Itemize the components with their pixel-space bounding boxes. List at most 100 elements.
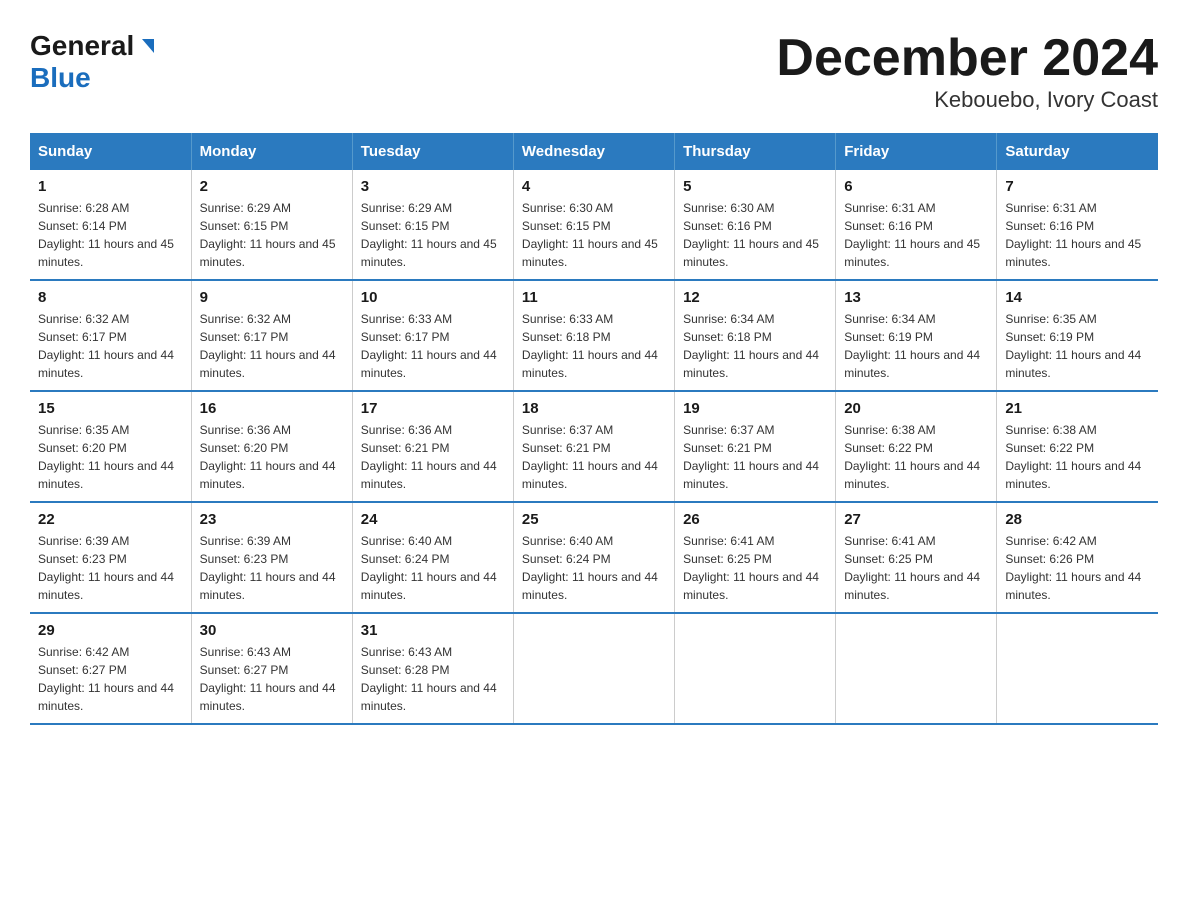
day-number: 4 — [522, 178, 666, 195]
day-info: Sunrise: 6:41 AM Sunset: 6:25 PM Dayligh… — [683, 532, 827, 604]
day-number: 18 — [522, 400, 666, 417]
calendar-day-cell: 16 Sunrise: 6:36 AM Sunset: 6:20 PM Dayl… — [191, 391, 352, 502]
day-number: 2 — [200, 178, 344, 195]
calendar-day-cell: 18 Sunrise: 6:37 AM Sunset: 6:21 PM Dayl… — [513, 391, 674, 502]
day-number: 26 — [683, 511, 827, 528]
calendar-header-row: Sunday Monday Tuesday Wednesday Thursday… — [30, 133, 1158, 170]
calendar-day-cell: 25 Sunrise: 6:40 AM Sunset: 6:24 PM Dayl… — [513, 502, 674, 613]
day-info: Sunrise: 6:37 AM Sunset: 6:21 PM Dayligh… — [522, 421, 666, 493]
day-number: 28 — [1005, 511, 1150, 528]
day-info: Sunrise: 6:36 AM Sunset: 6:20 PM Dayligh… — [200, 421, 344, 493]
calendar-day-cell: 10 Sunrise: 6:33 AM Sunset: 6:17 PM Dayl… — [352, 280, 513, 391]
day-number: 12 — [683, 289, 827, 306]
day-info: Sunrise: 6:31 AM Sunset: 6:16 PM Dayligh… — [844, 199, 988, 271]
day-number: 8 — [38, 289, 183, 306]
header-saturday: Saturday — [997, 133, 1158, 170]
calendar-day-cell: 23 Sunrise: 6:39 AM Sunset: 6:23 PM Dayl… — [191, 502, 352, 613]
day-number: 3 — [361, 178, 505, 195]
calendar-day-cell: 28 Sunrise: 6:42 AM Sunset: 6:26 PM Dayl… — [997, 502, 1158, 613]
day-info: Sunrise: 6:28 AM Sunset: 6:14 PM Dayligh… — [38, 199, 183, 271]
day-number: 15 — [38, 400, 183, 417]
header-tuesday: Tuesday — [352, 133, 513, 170]
day-info: Sunrise: 6:35 AM Sunset: 6:20 PM Dayligh… — [38, 421, 183, 493]
calendar-day-cell: 31 Sunrise: 6:43 AM Sunset: 6:28 PM Dayl… — [352, 613, 513, 724]
page-header: General Blue December 2024 Kebouebo, Ivo… — [30, 30, 1158, 113]
day-info: Sunrise: 6:36 AM Sunset: 6:21 PM Dayligh… — [361, 421, 505, 493]
logo-general-text: General — [30, 30, 134, 62]
day-info: Sunrise: 6:33 AM Sunset: 6:17 PM Dayligh… — [361, 310, 505, 382]
day-info: Sunrise: 6:32 AM Sunset: 6:17 PM Dayligh… — [200, 310, 344, 382]
calendar-day-cell — [836, 613, 997, 724]
day-number: 16 — [200, 400, 344, 417]
header-thursday: Thursday — [675, 133, 836, 170]
logo-blue-text: Blue — [30, 62, 91, 94]
day-info: Sunrise: 6:34 AM Sunset: 6:18 PM Dayligh… — [683, 310, 827, 382]
day-number: 13 — [844, 289, 988, 306]
day-number: 27 — [844, 511, 988, 528]
calendar-day-cell: 24 Sunrise: 6:40 AM Sunset: 6:24 PM Dayl… — [352, 502, 513, 613]
calendar-day-cell: 3 Sunrise: 6:29 AM Sunset: 6:15 PM Dayli… — [352, 170, 513, 280]
calendar-day-cell: 2 Sunrise: 6:29 AM Sunset: 6:15 PM Dayli… — [191, 170, 352, 280]
calendar-day-cell: 17 Sunrise: 6:36 AM Sunset: 6:21 PM Dayl… — [352, 391, 513, 502]
day-info: Sunrise: 6:40 AM Sunset: 6:24 PM Dayligh… — [361, 532, 505, 604]
calendar-week-row: 1 Sunrise: 6:28 AM Sunset: 6:14 PM Dayli… — [30, 170, 1158, 280]
calendar-day-cell: 1 Sunrise: 6:28 AM Sunset: 6:14 PM Dayli… — [30, 170, 191, 280]
day-number: 31 — [361, 622, 505, 639]
calendar-day-cell: 27 Sunrise: 6:41 AM Sunset: 6:25 PM Dayl… — [836, 502, 997, 613]
calendar-day-cell: 20 Sunrise: 6:38 AM Sunset: 6:22 PM Dayl… — [836, 391, 997, 502]
calendar-day-cell: 30 Sunrise: 6:43 AM Sunset: 6:27 PM Dayl… — [191, 613, 352, 724]
day-info: Sunrise: 6:35 AM Sunset: 6:19 PM Dayligh… — [1005, 310, 1150, 382]
day-info: Sunrise: 6:38 AM Sunset: 6:22 PM Dayligh… — [844, 421, 988, 493]
logo: General Blue — [30, 30, 158, 94]
day-info: Sunrise: 6:41 AM Sunset: 6:25 PM Dayligh… — [844, 532, 988, 604]
day-info: Sunrise: 6:43 AM Sunset: 6:27 PM Dayligh… — [200, 643, 344, 715]
calendar-day-cell: 21 Sunrise: 6:38 AM Sunset: 6:22 PM Dayl… — [997, 391, 1158, 502]
day-number: 14 — [1005, 289, 1150, 306]
logo-triangle-icon — [136, 35, 158, 57]
header-friday: Friday — [836, 133, 997, 170]
day-info: Sunrise: 6:39 AM Sunset: 6:23 PM Dayligh… — [38, 532, 183, 604]
day-number: 19 — [683, 400, 827, 417]
calendar-day-cell: 8 Sunrise: 6:32 AM Sunset: 6:17 PM Dayli… — [30, 280, 191, 391]
calendar-day-cell — [513, 613, 674, 724]
day-number: 22 — [38, 511, 183, 528]
day-number: 25 — [522, 511, 666, 528]
calendar-table: Sunday Monday Tuesday Wednesday Thursday… — [30, 133, 1158, 725]
day-number: 9 — [200, 289, 344, 306]
day-number: 23 — [200, 511, 344, 528]
day-info: Sunrise: 6:42 AM Sunset: 6:26 PM Dayligh… — [1005, 532, 1150, 604]
page-title: December 2024 — [776, 30, 1158, 87]
title-block: December 2024 Kebouebo, Ivory Coast — [776, 30, 1158, 113]
calendar-day-cell — [675, 613, 836, 724]
calendar-day-cell: 11 Sunrise: 6:33 AM Sunset: 6:18 PM Dayl… — [513, 280, 674, 391]
header-sunday: Sunday — [30, 133, 191, 170]
day-info: Sunrise: 6:32 AM Sunset: 6:17 PM Dayligh… — [38, 310, 183, 382]
day-info: Sunrise: 6:38 AM Sunset: 6:22 PM Dayligh… — [1005, 421, 1150, 493]
calendar-day-cell: 13 Sunrise: 6:34 AM Sunset: 6:19 PM Dayl… — [836, 280, 997, 391]
calendar-day-cell: 19 Sunrise: 6:37 AM Sunset: 6:21 PM Dayl… — [675, 391, 836, 502]
day-info: Sunrise: 6:33 AM Sunset: 6:18 PM Dayligh… — [522, 310, 666, 382]
calendar-week-row: 15 Sunrise: 6:35 AM Sunset: 6:20 PM Dayl… — [30, 391, 1158, 502]
day-info: Sunrise: 6:42 AM Sunset: 6:27 PM Dayligh… — [38, 643, 183, 715]
day-info: Sunrise: 6:29 AM Sunset: 6:15 PM Dayligh… — [200, 199, 344, 271]
day-info: Sunrise: 6:30 AM Sunset: 6:15 PM Dayligh… — [522, 199, 666, 271]
calendar-day-cell — [997, 613, 1158, 724]
calendar-day-cell: 4 Sunrise: 6:30 AM Sunset: 6:15 PM Dayli… — [513, 170, 674, 280]
day-number: 1 — [38, 178, 183, 195]
day-number: 10 — [361, 289, 505, 306]
day-info: Sunrise: 6:37 AM Sunset: 6:21 PM Dayligh… — [683, 421, 827, 493]
day-info: Sunrise: 6:30 AM Sunset: 6:16 PM Dayligh… — [683, 199, 827, 271]
calendar-week-row: 8 Sunrise: 6:32 AM Sunset: 6:17 PM Dayli… — [30, 280, 1158, 391]
day-info: Sunrise: 6:43 AM Sunset: 6:28 PM Dayligh… — [361, 643, 505, 715]
day-number: 29 — [38, 622, 183, 639]
day-info: Sunrise: 6:39 AM Sunset: 6:23 PM Dayligh… — [200, 532, 344, 604]
calendar-day-cell: 9 Sunrise: 6:32 AM Sunset: 6:17 PM Dayli… — [191, 280, 352, 391]
day-number: 20 — [844, 400, 988, 417]
day-info: Sunrise: 6:31 AM Sunset: 6:16 PM Dayligh… — [1005, 199, 1150, 271]
day-number: 24 — [361, 511, 505, 528]
calendar-day-cell: 6 Sunrise: 6:31 AM Sunset: 6:16 PM Dayli… — [836, 170, 997, 280]
day-number: 6 — [844, 178, 988, 195]
calendar-day-cell: 14 Sunrise: 6:35 AM Sunset: 6:19 PM Dayl… — [997, 280, 1158, 391]
page-subtitle: Kebouebo, Ivory Coast — [776, 87, 1158, 113]
calendar-week-row: 22 Sunrise: 6:39 AM Sunset: 6:23 PM Dayl… — [30, 502, 1158, 613]
